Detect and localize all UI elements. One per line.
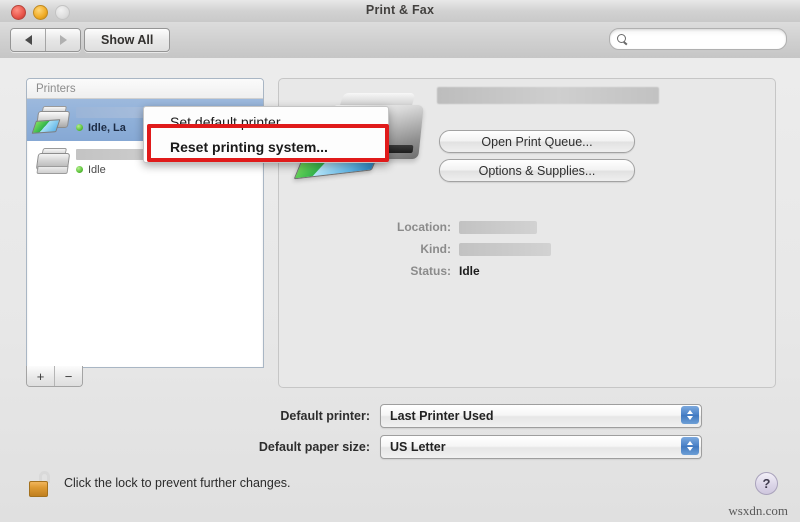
lock-hint-text: Click the lock to prevent further change… [64,476,291,490]
status-value: Idle [459,264,480,278]
options-and-supplies-button[interactable]: Options & Supplies... [439,159,635,182]
status-dot-icon [76,124,83,131]
content-area: Printers Idle, La Idle + − Open Print Qu… [0,58,800,522]
menu-item-reset-printing-system[interactable]: Reset printing system... [144,134,388,159]
print-and-fax-window: Print & Fax Show All Printers Idle, La I… [0,0,800,522]
help-button[interactable]: ? [755,472,778,495]
back-button[interactable] [11,29,45,51]
location-value-redacted [459,220,537,234]
detail-printer-name-redacted [437,87,659,104]
default-printer-label: Default printer: [280,409,370,423]
menu-item-set-default-printer[interactable]: Set default printer [144,109,388,134]
printer-icon [31,105,71,135]
detail-field-status: Status: Idle [339,263,759,279]
nav-segmented-control [10,28,81,52]
location-label: Location: [397,220,451,234]
default-paper-size-row: Default paper size: US Letter [120,435,702,459]
remove-printer-button[interactable]: − [54,366,82,386]
default-printer-select[interactable]: Last Printer Used [380,404,702,428]
default-printer-value: Last Printer Used [390,409,494,423]
default-printer-row: Default printer: Last Printer Used [120,404,702,428]
printer-list-header: Printers [27,79,263,99]
default-paper-size-value: US Letter [390,440,446,454]
default-paper-size-label: Default paper size: [258,440,370,454]
forward-button[interactable] [45,29,80,51]
search-field[interactable] [609,28,787,50]
chevron-updown-icon[interactable] [681,406,699,424]
open-print-queue-button[interactable]: Open Print Queue... [439,130,635,153]
chevron-updown-icon[interactable] [681,437,699,455]
window-title: Print & Fax [365,3,435,17]
padlock-open-icon[interactable] [28,470,54,497]
printer-icon [33,147,71,177]
printer-context-menu[interactable]: Set default printer Reset printing syste… [143,106,389,163]
default-paper-size-select[interactable]: US Letter [380,435,702,459]
title-bar: Print & Fax [0,0,800,23]
printer-list-buttons: + − [26,366,83,387]
status-label: Status: [410,264,451,278]
add-printer-button[interactable]: + [27,366,54,386]
show-all-button[interactable]: Show All [84,28,171,52]
forward-arrow-icon [59,35,67,45]
search-input[interactable] [628,33,786,45]
kind-value-redacted [459,242,551,256]
printer-status-label: Idle, La [88,121,126,134]
kind-label: Kind: [420,242,451,256]
watermark: wsxdn.com [728,503,788,518]
status-dot-icon [76,166,83,173]
lock-row[interactable]: Click the lock to prevent further change… [28,470,291,497]
printer-status: Idle [76,164,263,176]
show-all-label: Show All [101,33,154,47]
detail-field-location: Location: [339,219,759,235]
detail-field-kind: Kind: [339,241,759,257]
toolbar: Show All [0,22,800,59]
back-arrow-icon [24,35,32,45]
printer-status-label: Idle [88,163,106,176]
search-icon [617,33,628,45]
